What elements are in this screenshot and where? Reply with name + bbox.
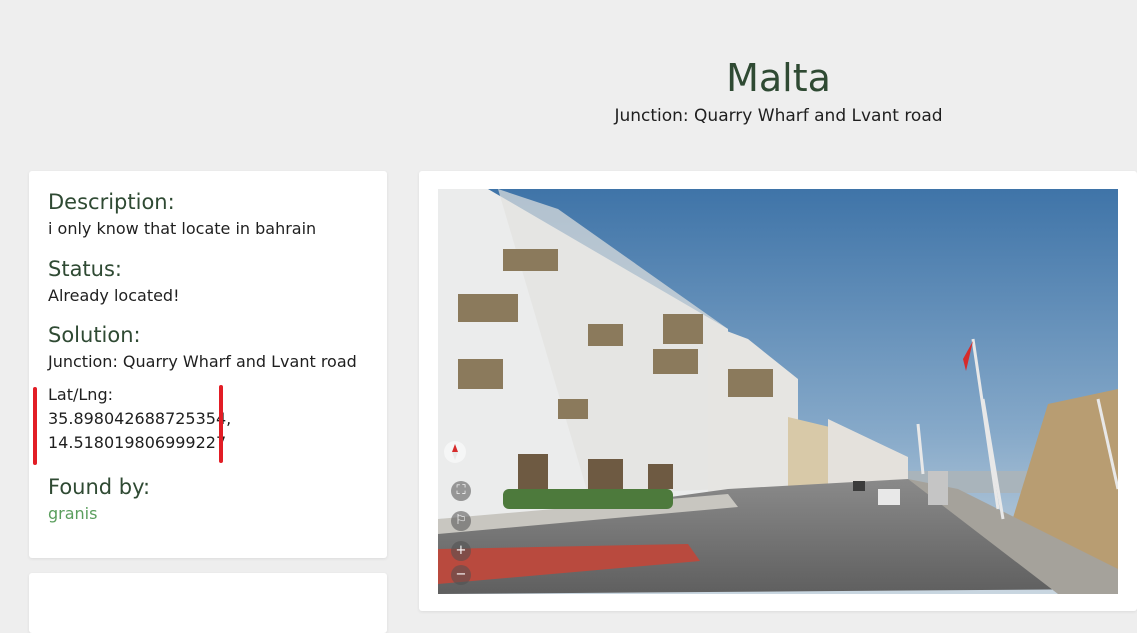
- found-by-heading: Found by:: [48, 475, 151, 499]
- status-text: Already located!: [48, 286, 180, 305]
- found-by-user-link[interactable]: granis: [48, 502, 150, 526]
- streetview-card: ⛶ ⚐ + −: [419, 171, 1137, 611]
- page-subtitle: Junction: Quarry Wharf and Lvant road: [614, 106, 943, 126]
- found-by-section: Found by: granis: [48, 474, 150, 526]
- report-flag-icon[interactable]: ⚐: [451, 511, 471, 531]
- latitude-value: 35.898042688725354,: [48, 409, 232, 428]
- solution-section: Solution: Junction: Quarry Wharf and Lva…: [48, 322, 357, 455]
- street-scene: [438, 189, 1118, 594]
- solution-text: Junction: Quarry Wharf and Lvant road: [48, 352, 357, 371]
- description-heading: Description:: [48, 190, 175, 214]
- highlight-mark-left: [33, 387, 37, 465]
- latlng-block: Lat/Lng: 35.898042688725354, 14.51801980…: [48, 383, 357, 455]
- description-text: i only know that locate in bahrain: [48, 219, 317, 238]
- status-heading: Status:: [48, 257, 122, 281]
- zoom-in-button[interactable]: +: [451, 541, 471, 561]
- secondary-card: [29, 573, 387, 633]
- fullscreen-icon[interactable]: ⛶: [451, 481, 471, 501]
- streetview-image[interactable]: ⛶ ⚐ + −: [438, 189, 1118, 594]
- compass-icon[interactable]: [444, 441, 466, 463]
- status-section: Status: Already located!: [48, 256, 180, 308]
- zoom-out-button[interactable]: −: [451, 565, 471, 585]
- description-section: Description: i only know that locate in …: [48, 189, 316, 241]
- page-header: Malta Junction: Quarry Wharf and Lvant r…: [420, 52, 1137, 126]
- page-title: Malta: [726, 56, 831, 100]
- latlng-label: Lat/Lng:: [48, 385, 113, 404]
- solution-heading: Solution:: [48, 323, 141, 347]
- location-info-card: Description: i only know that locate in …: [29, 171, 387, 558]
- highlight-mark-right: [219, 385, 223, 463]
- longitude-value: 14.518019806999227: [48, 433, 227, 452]
